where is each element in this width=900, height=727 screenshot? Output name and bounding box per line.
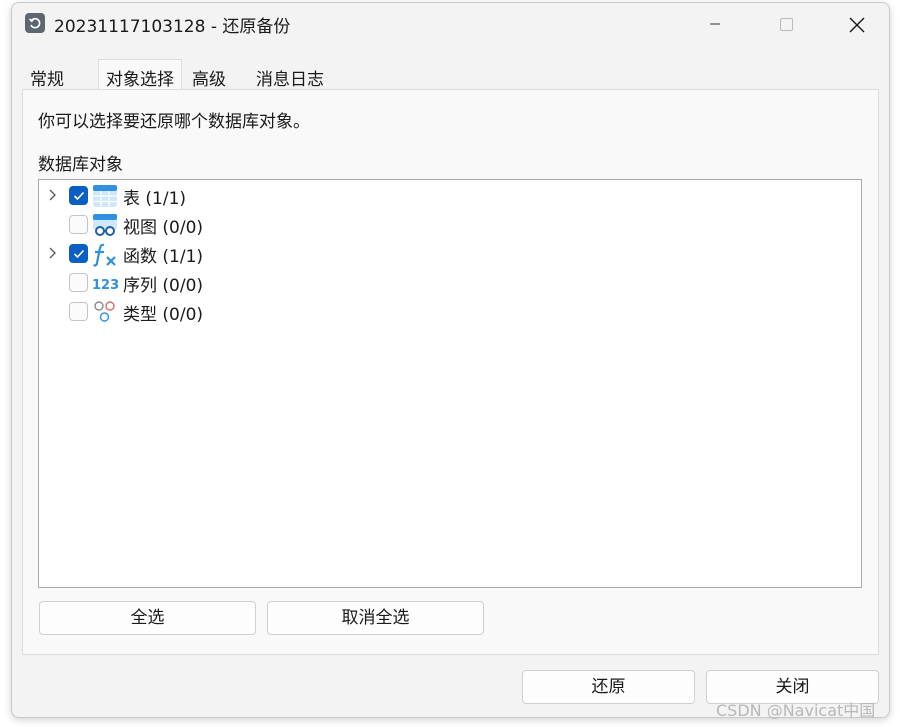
maximize-icon (780, 18, 793, 31)
tree-item-label: 函数 (1/1) (123, 247, 204, 267)
select-all-button[interactable]: 全选 (39, 601, 256, 635)
chevron-right-icon[interactable] (48, 189, 58, 201)
checkmark-icon (73, 249, 85, 259)
tree-item-label: 序列 (0/0) (123, 276, 204, 296)
watermark: CSDN @Navicat中国 (716, 701, 876, 720)
deselect-all-button[interactable]: 取消全选 (267, 601, 484, 635)
table-icon (93, 185, 117, 207)
checkbox-sequences[interactable] (69, 273, 88, 292)
tab-object-selection[interactable]: 对象选择 (98, 59, 182, 91)
checkmark-icon (73, 191, 85, 201)
sequence-icon: 123 (92, 278, 118, 293)
object-selection-panel: 你可以选择要还原哪个数据库对象。 数据库对象 表 (1/1) 视图 (0/0) … (22, 89, 879, 655)
minimize-icon (710, 23, 720, 25)
tree-item-label: 视图 (0/0) (123, 218, 204, 238)
checkbox-functions[interactable] (69, 244, 88, 263)
database-object-tree[interactable]: 表 (1/1) 视图 (0/0) 函数 (1/1) 123 序列 (0/0) 类… (38, 179, 862, 588)
instruction-text: 你可以选择要还原哪个数据库对象。 (38, 112, 310, 132)
chevron-right-icon[interactable] (48, 247, 58, 259)
database-objects-label: 数据库对象 (38, 155, 123, 175)
tree-item-tables[interactable]: 表 (1/1) (39, 181, 861, 210)
checkbox-tables[interactable] (69, 186, 88, 205)
restore-backup-window: 20231117103128 - 还原备份 常规 对象选择 高级 消息日志 你可… (11, 2, 890, 718)
tree-item-functions[interactable]: 函数 (1/1) (39, 239, 861, 268)
tree-item-types[interactable]: 类型 (0/0) (39, 297, 861, 326)
title-bar[interactable]: 20231117103128 - 还原备份 (12, 3, 889, 45)
maximize-button[interactable] (762, 3, 808, 45)
tab-bar: 常规 对象选择 高级 消息日志 (22, 59, 882, 91)
tab-message-log[interactable]: 消息日志 (248, 59, 332, 90)
restore-button[interactable]: 还原 (522, 670, 695, 704)
tab-advanced[interactable]: 高级 (184, 59, 234, 90)
tab-general[interactable]: 常规 (22, 59, 72, 90)
tree-item-label: 表 (1/1) (123, 189, 187, 209)
checkbox-views[interactable] (69, 215, 88, 234)
function-icon (92, 243, 116, 267)
svg-text:123: 123 (92, 278, 118, 293)
tree-item-label: 类型 (0/0) (123, 305, 204, 325)
restore-icon (25, 13, 45, 33)
view-icon (93, 214, 117, 236)
minimize-button[interactable] (692, 3, 738, 45)
close-window-button[interactable] (832, 3, 878, 45)
type-icon (94, 301, 115, 322)
tree-item-views[interactable]: 视图 (0/0) (39, 210, 861, 239)
tree-item-sequences[interactable]: 123 序列 (0/0) (39, 268, 861, 297)
checkbox-types[interactable] (69, 302, 88, 321)
window-title: 20231117103128 - 还原备份 (54, 17, 291, 37)
close-icon (849, 17, 865, 33)
